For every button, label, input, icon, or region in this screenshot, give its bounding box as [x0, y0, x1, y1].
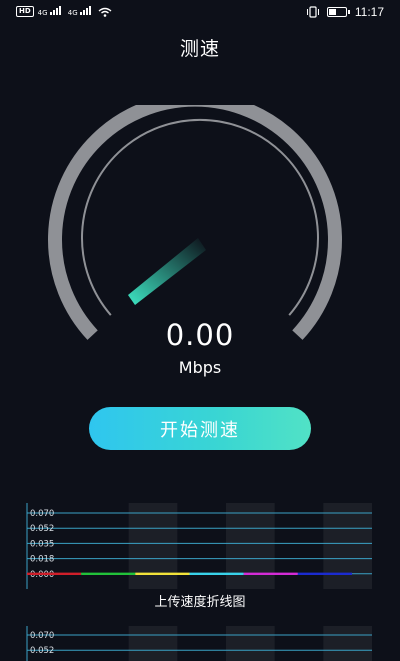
- chart-band: [128, 503, 178, 589]
- gauge-outer-arc: [48, 105, 342, 340]
- 4g-signal-icon: 4G: [68, 6, 94, 17]
- upload-chart-plot: 0.0700.0520.0350.0180.000: [26, 503, 372, 589]
- y-tick-label: 0.070: [30, 509, 54, 519]
- gauge-needle: [128, 238, 206, 305]
- y-tick-label: 0.052: [30, 524, 54, 534]
- start-speed-test-button[interactable]: 开始测速: [89, 407, 311, 450]
- chart-band: [323, 626, 372, 661]
- battery-level: [328, 9, 337, 15]
- chart-band: [128, 626, 178, 661]
- wifi-icon: [98, 7, 112, 17]
- chart-title: 上传速度折线图: [154, 595, 246, 610]
- chart-band: [323, 503, 372, 589]
- status-right: 11:17: [306, 5, 384, 19]
- status-bar: HD 4G 4G 11:17: [0, 0, 400, 26]
- battery-icon: [326, 7, 350, 17]
- vibrate-icon: [306, 6, 319, 18]
- download-speed-chart: 0.070 0.052: [24, 626, 376, 661]
- y-tick-label: 0.070: [30, 631, 54, 641]
- net-label: 4G: [67, 9, 78, 17]
- 4g-signal-icon: 4G: [38, 6, 64, 17]
- upload-speed-chart: 0.0700.0520.0350.0180.000: [24, 503, 376, 589]
- signal-bars-icon: [49, 6, 61, 15]
- download-chart-plot: 0.070 0.052: [26, 626, 372, 661]
- signal-bars-icon: [79, 6, 91, 15]
- clock: 11:17: [354, 5, 384, 19]
- speed-unit: Mbps: [178, 358, 222, 377]
- speed-value: 0.00: [165, 318, 235, 352]
- chart-band: [226, 626, 275, 661]
- y-tick-label: 0.035: [30, 539, 54, 549]
- page-title: 测速: [179, 38, 220, 60]
- chart-band: [226, 503, 275, 589]
- gauge-inner-arc: [81, 118, 319, 316]
- hd-icon: HD: [16, 6, 34, 17]
- speed-gauge: [48, 105, 342, 340]
- status-left: HD 4G 4G: [16, 6, 112, 17]
- net-label: 4G: [37, 9, 48, 17]
- y-tick-label: 0.018: [30, 555, 54, 565]
- y-tick-label: 0.052: [30, 646, 54, 656]
